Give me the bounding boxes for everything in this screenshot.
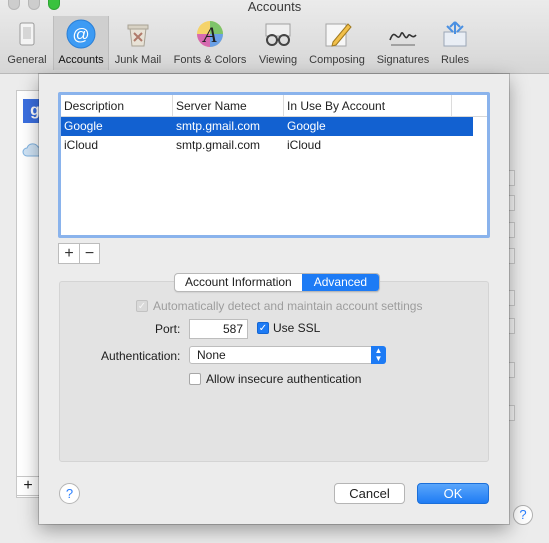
- fonts-colors-icon: A: [197, 21, 223, 47]
- background-field-edge: [509, 170, 515, 186]
- toolbar-item-signatures[interactable]: Signatures: [373, 16, 433, 70]
- background-field-edge: [509, 318, 515, 334]
- chevron-up-down-icon: ▲ ▼: [371, 346, 386, 364]
- cell-description: Google: [64, 119, 103, 133]
- toolbar-item-composing[interactable]: Composing: [305, 16, 369, 70]
- toolbar-label: Junk Mail: [114, 54, 162, 66]
- svg-text:@: @: [72, 25, 89, 44]
- allow-insecure-label: Allow insecure authentication: [206, 372, 362, 386]
- toolbar-item-junk-mail[interactable]: Junk Mail: [112, 16, 164, 70]
- cell-in-use-by-account: Google: [287, 119, 326, 133]
- auto-detect-checkbox[interactable]: ✓: [136, 300, 148, 312]
- toolbar-item-accounts[interactable]: @ Accounts: [53, 16, 109, 70]
- toolbar-label: General: [7, 54, 47, 66]
- column-header-in-use-by-account[interactable]: In Use By Account: [284, 95, 452, 116]
- help-button[interactable]: ?: [59, 483, 80, 504]
- remove-server-button[interactable]: −: [79, 244, 99, 263]
- add-account-button[interactable]: +: [16, 476, 40, 496]
- background-field-edge: [509, 362, 515, 378]
- svg-text:A: A: [201, 22, 217, 47]
- smtp-server-table[interactable]: Description Server Name In Use By Accoun…: [58, 92, 490, 238]
- at-sign-icon: @: [66, 19, 96, 49]
- toolbar-item-fonts-colors[interactable]: A Fonts & Colors: [170, 16, 250, 70]
- background-field-edge: [509, 195, 515, 211]
- add-remove-server-control: + −: [58, 243, 100, 264]
- use-ssl-checkbox[interactable]: ✓: [257, 322, 269, 334]
- toolbar-label: Accounts: [58, 54, 104, 66]
- cell-description: iCloud: [64, 138, 99, 152]
- background-help-button[interactable]: ?: [513, 505, 533, 525]
- toolbar-item-viewing[interactable]: Viewing: [255, 16, 301, 70]
- background-field-edge: [509, 248, 515, 264]
- port-label: Port:: [155, 322, 181, 336]
- add-server-button[interactable]: +: [59, 244, 79, 263]
- cell-in-use-by-account: iCloud: [287, 138, 322, 152]
- toolbar-label: Rules: [440, 54, 470, 66]
- general-icon: [19, 22, 35, 46]
- authentication-label: Authentication:: [101, 349, 181, 363]
- signature-icon: [389, 32, 417, 46]
- tab-advanced[interactable]: Advanced: [301, 274, 380, 291]
- composing-pencil-icon: [325, 23, 352, 47]
- allow-insecure-checkbox[interactable]: [189, 373, 201, 385]
- column-header-filler: [452, 95, 487, 116]
- smtp-server-sheet: Description Server Name In Use By Accoun…: [39, 74, 509, 524]
- window-titlebar: Accounts General @ Accounts Junk Mail A …: [0, 0, 549, 74]
- auto-detect-label: Automatically detect and maintain accoun…: [153, 299, 423, 313]
- rules-icon: [443, 21, 467, 47]
- toolbar-item-rules[interactable]: Rules: [437, 16, 473, 70]
- background-field-edge: [509, 405, 515, 421]
- background-field-edge: [509, 290, 515, 306]
- cancel-button[interactable]: Cancel: [334, 483, 405, 504]
- window-title: Accounts: [247, 0, 302, 14]
- toolbar-label: Viewing: [258, 54, 298, 66]
- column-header-description[interactable]: Description: [61, 95, 173, 116]
- preferences-toolbar: General @ Accounts Junk Mail A Fonts & C…: [0, 14, 549, 72]
- table-header: Description Server Name In Use By Accoun…: [61, 95, 487, 117]
- background-field-edge: [509, 222, 515, 238]
- toolbar-label: Signatures: [376, 54, 430, 66]
- toolbar-label: Fonts & Colors: [173, 54, 247, 66]
- table-row[interactable]: Google smtp.gmail.com Google: [61, 117, 473, 136]
- cell-server-name: smtp.gmail.com: [176, 138, 261, 152]
- use-ssl-label: Use SSL: [273, 321, 321, 335]
- toolbar-label: Composing: [309, 54, 365, 66]
- ok-button[interactable]: OK: [417, 483, 489, 504]
- junk-mail-icon: [127, 24, 149, 47]
- settings-tab-control: Account Information Advanced: [174, 273, 381, 292]
- authentication-value: None: [197, 348, 226, 362]
- toolbar-item-general[interactable]: General: [5, 16, 49, 70]
- authentication-select[interactable]: None ▲ ▼: [189, 346, 386, 364]
- table-row[interactable]: iCloud smtp.gmail.com iCloud: [61, 136, 487, 155]
- tab-account-information[interactable]: Account Information: [175, 274, 302, 291]
- column-header-server-name[interactable]: Server Name: [173, 95, 284, 116]
- port-field[interactable]: 587: [189, 319, 248, 339]
- cell-server-name: smtp.gmail.com: [176, 119, 261, 133]
- viewing-glasses-icon: [265, 23, 291, 46]
